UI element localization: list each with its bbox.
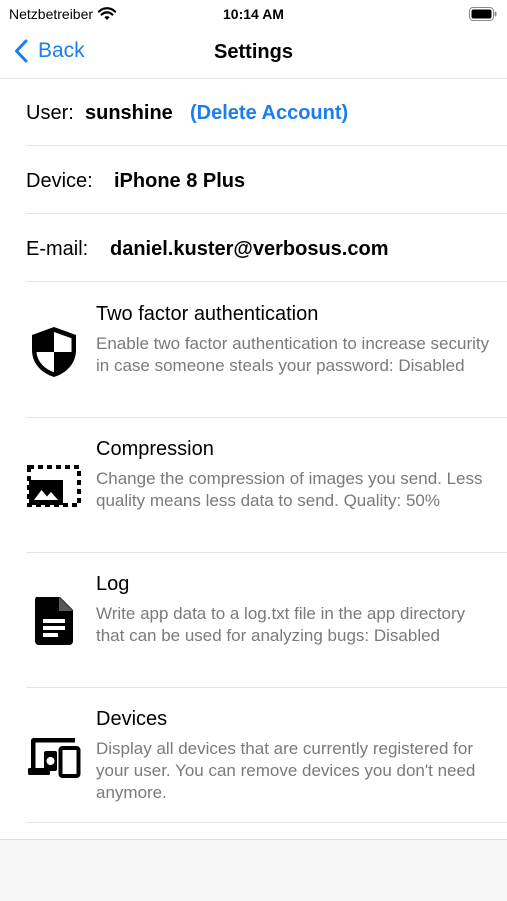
email-row: E-mail: daniel.kuster@verbosus.com	[0, 215, 507, 282]
shield-icon	[32, 327, 76, 377]
row-divider	[26, 213, 507, 214]
document-icon	[35, 597, 73, 645]
user-row: User: sunshine (Delete Account)	[0, 79, 507, 146]
row-divider	[26, 822, 507, 823]
feature-title: Log	[96, 573, 130, 595]
status-bar: Netzbetreiber 10:14 AM	[0, 0, 507, 28]
page-title: Settings	[214, 41, 293, 63]
compression-row[interactable]: Compression Change the compression of im…	[0, 418, 507, 553]
email-value: daniel.kuster@verbosus.com	[110, 238, 389, 260]
feature-title: Compression	[96, 438, 214, 460]
navigation-bar: Back Settings	[0, 28, 507, 78]
feature-description: Change the compression of images you sen…	[96, 469, 483, 510]
bottom-toolbar	[0, 839, 507, 901]
device-value: iPhone 8 Plus	[114, 170, 246, 192]
devices-row[interactable]: Devices Display all devices that are cur…	[0, 688, 507, 823]
status-time: 10:14 AM	[223, 6, 284, 22]
battery-icon	[469, 7, 497, 21]
image-compression-icon	[27, 465, 81, 507]
two-factor-row[interactable]: Two factor authentication Enable two fac…	[0, 283, 507, 418]
feature-description: Write app data to a log.txt file in the …	[96, 604, 466, 645]
log-row[interactable]: Log Write app data to a log.txt file in …	[0, 553, 507, 688]
devices-icon	[28, 738, 81, 778]
user-label: User:	[26, 102, 74, 124]
device-row: Device: iPhone 8 Plus	[0, 147, 507, 214]
feature-title: Two factor authentication	[96, 303, 319, 325]
feature-description: Enable two factor authentication to incr…	[96, 334, 490, 375]
row-divider	[26, 145, 507, 146]
feature-description: Display all devices that are currently r…	[96, 739, 476, 802]
user-value: sunshine	[85, 102, 173, 124]
device-label: Device:	[26, 170, 93, 192]
feature-title: Devices	[96, 708, 168, 730]
delete-account-link[interactable]: (Delete Account)	[190, 102, 348, 125]
row-divider	[26, 281, 507, 282]
email-label: E-mail:	[26, 238, 89, 260]
